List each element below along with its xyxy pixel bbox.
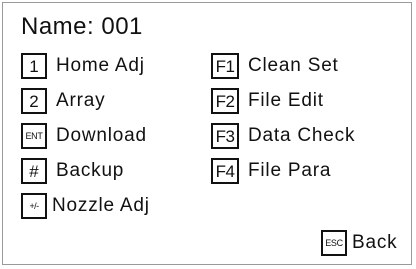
menu-item-label: Home Adj xyxy=(56,55,145,76)
key-1-icon: 1 xyxy=(21,53,47,79)
menu-item-data-check[interactable]: F3 Data Check xyxy=(211,123,355,149)
menu-item-home-adj[interactable]: 1 Home Adj xyxy=(21,53,145,79)
menu-item-download[interactable]: ENT Download xyxy=(21,123,147,149)
page-title: Name: 001 xyxy=(21,13,143,40)
menu-item-file-para[interactable]: F4 File Para xyxy=(211,158,331,184)
key-hash-icon: # xyxy=(21,158,47,184)
menu-item-file-edit[interactable]: F2 File Edit xyxy=(211,88,324,114)
key-f1-icon: F1 xyxy=(211,53,239,79)
key-ent-icon: ENT xyxy=(21,123,47,149)
key-f2-icon: F2 xyxy=(211,88,239,114)
menu-item-label: Nozzle Adj xyxy=(52,195,150,216)
lcd-screen: Name: 001 1 Home Adj 2 Array ENT Downloa… xyxy=(2,2,412,265)
menu-item-backup[interactable]: # Backup xyxy=(21,158,124,184)
menu-item-label: Download xyxy=(56,125,147,146)
menu-item-label: Data Check xyxy=(248,125,356,146)
key-2-icon: 2 xyxy=(21,88,47,114)
key-f3-icon: F3 xyxy=(211,123,239,149)
menu-item-label: File Para xyxy=(248,160,332,181)
back-label: Back xyxy=(352,232,398,253)
key-esc-icon: ESC xyxy=(321,230,347,256)
menu-item-label: Clean Set xyxy=(248,55,339,76)
menu-item-nozzle-adj[interactable]: +/- Nozzle Adj xyxy=(21,193,150,219)
menu-item-clean-set[interactable]: F1 Clean Set xyxy=(211,53,339,79)
key-f4-icon: F4 xyxy=(211,158,239,184)
menu-item-array[interactable]: 2 Array xyxy=(21,88,105,114)
back-button[interactable]: ESC Back xyxy=(321,230,397,256)
key-plus-minus-icon: +/- xyxy=(21,193,47,219)
menu-item-label: Backup xyxy=(56,160,125,181)
menu-item-label: Array xyxy=(56,90,106,111)
menu-item-label: File Edit xyxy=(248,90,324,111)
